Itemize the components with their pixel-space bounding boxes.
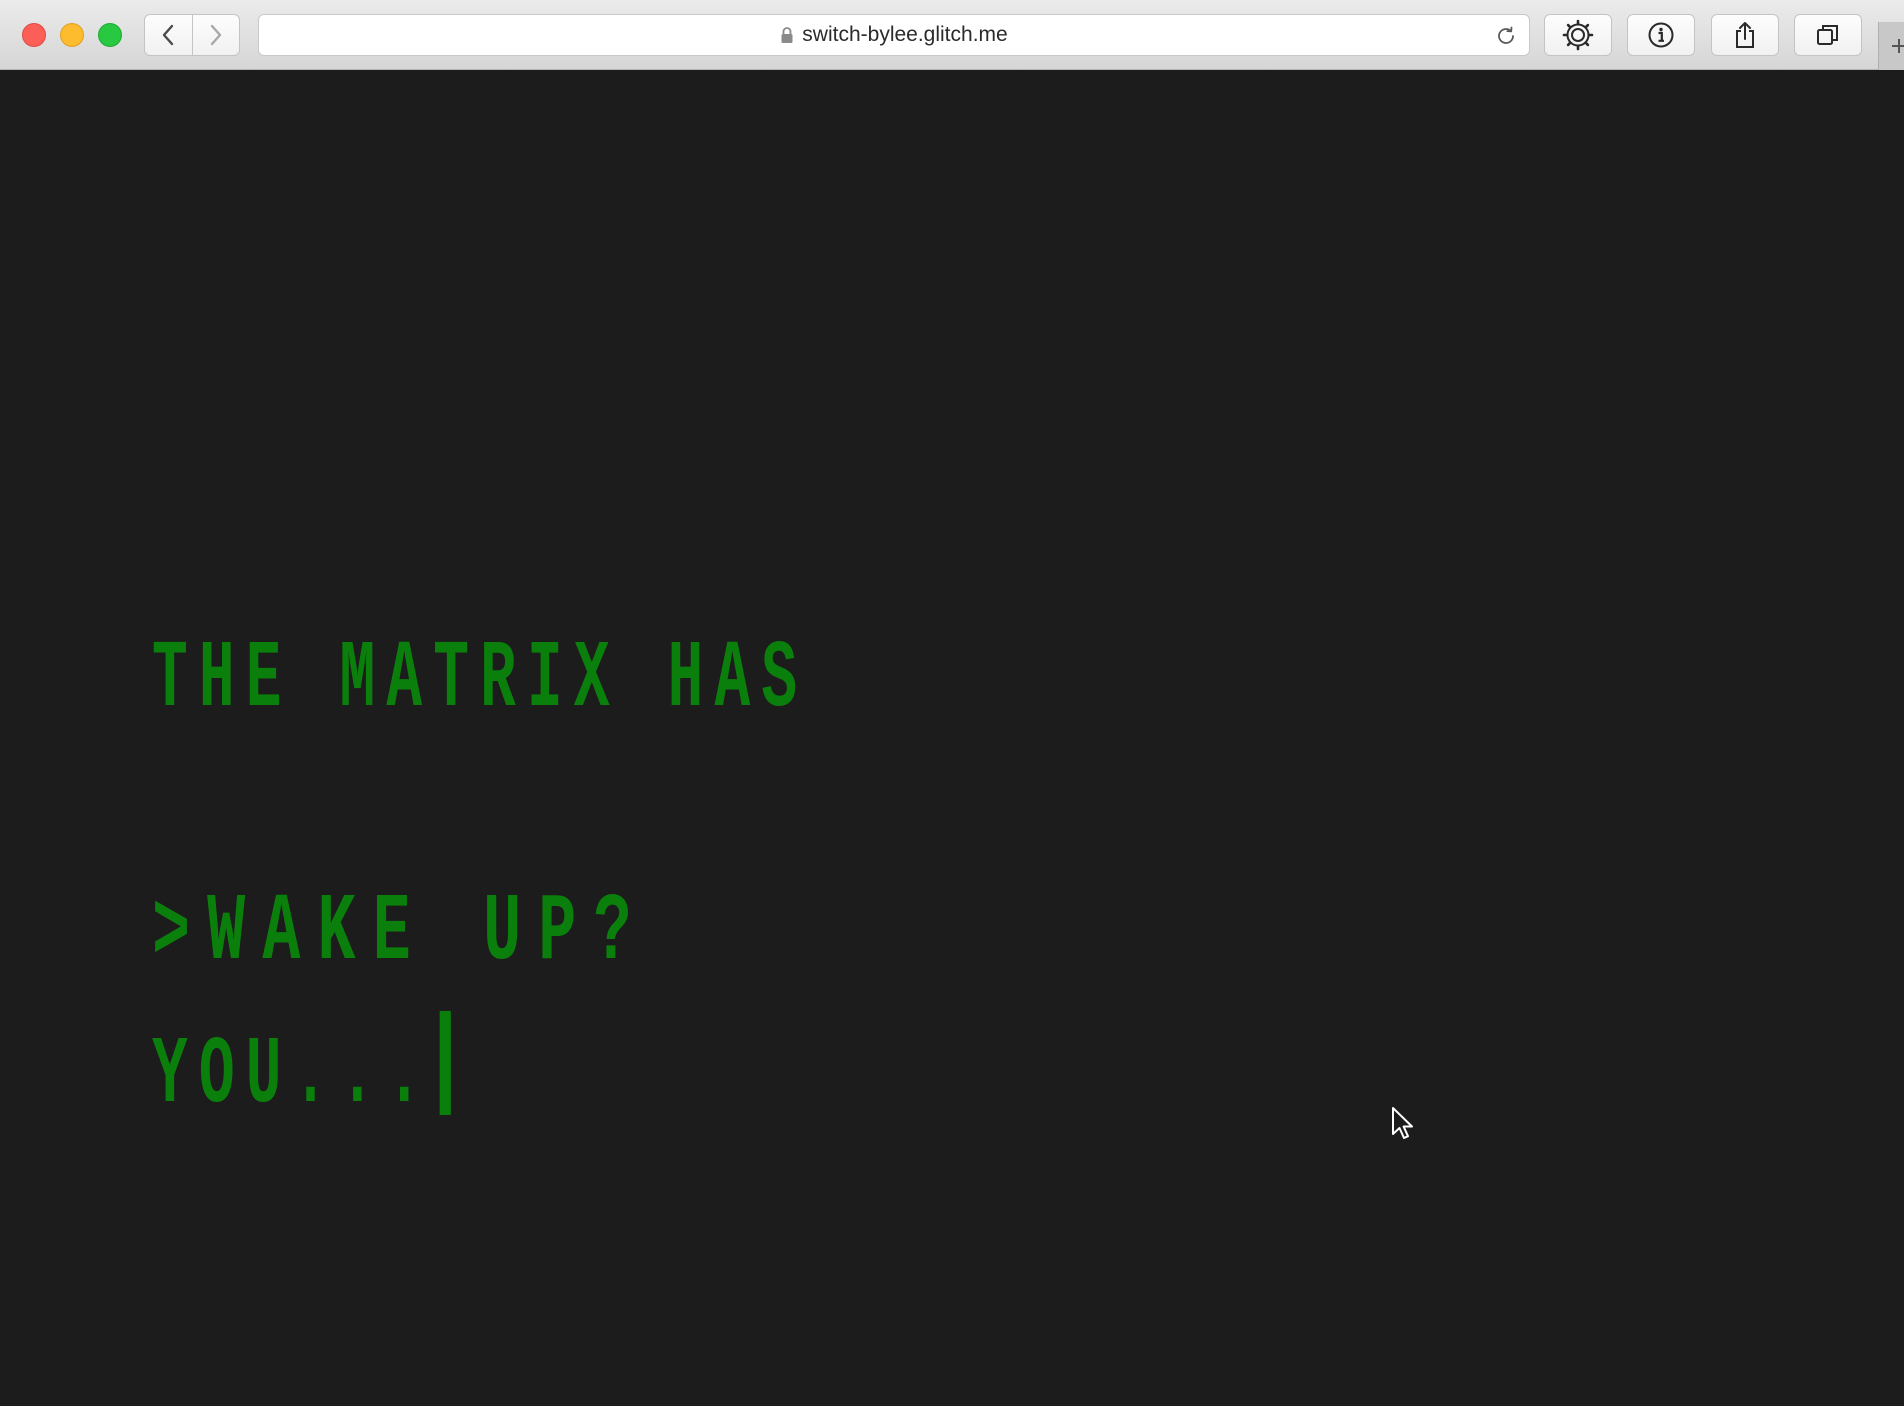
info-button[interactable]: [1627, 14, 1695, 56]
extension-button[interactable]: [1544, 14, 1612, 56]
navigation-buttons: [144, 14, 240, 56]
back-button[interactable]: [145, 15, 192, 55]
message-line-1: THE MATRIX HAS: [152, 625, 809, 734]
plus-icon: [1892, 39, 1904, 53]
browser-window: switch-bylee.glitch.me THE MATRIX HAS YO…: [0, 0, 1904, 1359]
reload-icon: [1498, 26, 1514, 44]
chevron-right-icon: [210, 24, 221, 46]
close-window-button[interactable]: [22, 23, 46, 47]
gear-icon: [1562, 19, 1594, 51]
tabs-icon: [1817, 25, 1838, 45]
text-cursor: [439, 1011, 451, 1115]
forward-button[interactable]: [191, 15, 240, 55]
chevron-left-icon: [163, 24, 174, 46]
new-tab-button[interactable]: [1878, 22, 1904, 70]
share-button[interactable]: [1711, 14, 1779, 56]
maximize-window-button[interactable]: [98, 23, 122, 47]
info-icon: [1648, 22, 1674, 48]
minimize-window-button[interactable]: [60, 23, 84, 47]
reload-button[interactable]: [1493, 23, 1519, 49]
mouse-pointer-icon: [1392, 1107, 1413, 1139]
message-line-2-text: YOU...: [152, 1021, 434, 1130]
web-page: THE MATRIX HAS YOU... >WAKE UP?: [0, 70, 1904, 1359]
show-tabs-button[interactable]: [1794, 14, 1862, 56]
share-icon: [1736, 22, 1754, 48]
address-bar[interactable]: switch-bylee.glitch.me: [258, 14, 1530, 56]
wake-up-prompt[interactable]: >WAKE UP?: [152, 878, 649, 988]
url-text: switch-bylee.glitch.me: [802, 23, 1008, 46]
lock-icon: [781, 27, 793, 43]
address-bar-content: switch-bylee.glitch.me: [780, 23, 1008, 47]
message-line-2: YOU...: [152, 1010, 808, 1142]
browser-toolbar: switch-bylee.glitch.me: [0, 0, 1904, 70]
